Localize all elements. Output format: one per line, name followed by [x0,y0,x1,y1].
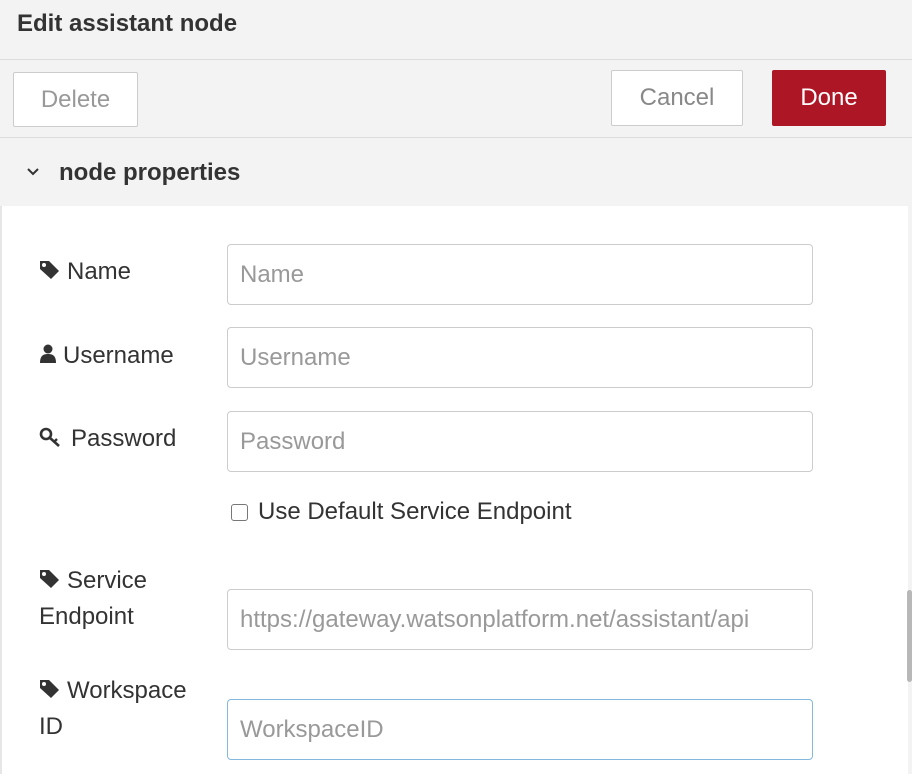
workspace-id-label-line2: ID [39,713,63,740]
name-label: Name [39,254,131,290]
service-endpoint-input[interactable] [227,589,813,650]
default-endpoint-option[interactable]: Use Default Service Endpoint [231,498,572,526]
tag-icon [40,680,59,698]
workspace-id-label-line1: Workspace [67,677,187,704]
key-icon [39,427,60,447]
username-label: Username [39,338,174,374]
service-endpoint-label-line1: Service [67,567,148,594]
tray-title: Edit assistant node [17,10,238,37]
username-input[interactable] [227,327,813,388]
service-endpoint-label: Service Endpoint [39,563,147,635]
chevron-down-icon[interactable] [25,164,41,180]
delete-button[interactable]: Delete [13,72,138,127]
service-endpoint-label-line2: Endpoint [39,603,134,630]
workspace-id-input[interactable] [227,699,813,760]
done-button[interactable]: Done [772,70,886,126]
password-label-text: Password [71,425,177,452]
default-endpoint-label[interactable]: Use Default Service Endpoint [258,498,572,526]
section-title[interactable]: node properties [59,159,240,187]
name-label-text: Name [67,258,132,285]
name-input[interactable] [227,244,813,305]
user-icon [40,344,56,363]
header-divider [0,59,912,60]
tag-icon [40,261,59,279]
username-label-text: Username [63,342,174,369]
default-endpoint-checkbox[interactable] [231,503,248,521]
tag-icon [40,570,59,588]
cancel-button[interactable]: Cancel [611,70,743,126]
password-label: Password [39,421,176,457]
password-input[interactable] [227,411,813,472]
scrollbar[interactable] [907,590,912,682]
edit-node-tray: Edit assistant node Delete Cancel Done n… [0,0,912,774]
workspace-id-label: Workspace ID [39,673,187,745]
